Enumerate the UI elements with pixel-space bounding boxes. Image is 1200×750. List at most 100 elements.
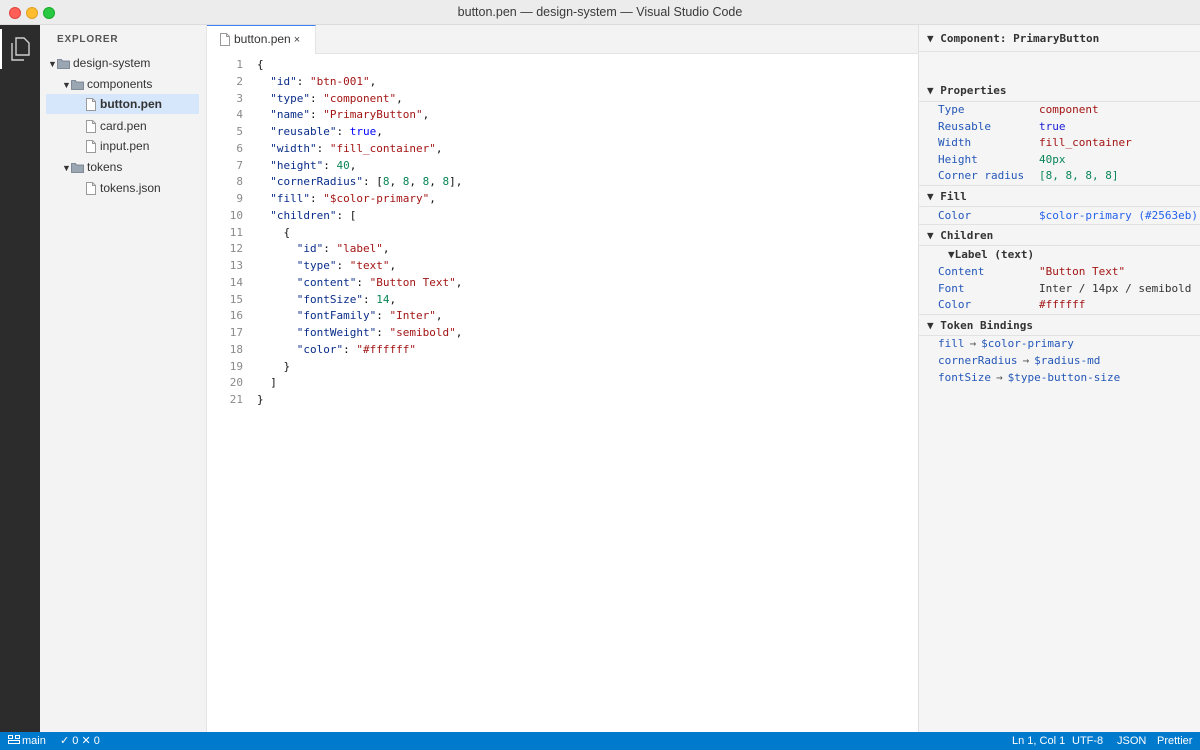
arrow-right-icon: → <box>995 370 1003 384</box>
code-token: "Inter" <box>389 309 436 323</box>
property-row-content: Content "Button Text" <box>919 263 1200 280</box>
code-token: "fill" <box>270 192 310 205</box>
line-number: 1 <box>236 58 243 71</box>
tree-item-label: button.pen <box>100 97 162 111</box>
property-value[interactable]: 40px <box>1039 151 1066 168</box>
property-value[interactable]: $color-primary (#2563eb) <box>1039 207 1198 224</box>
property-value[interactable]: component <box>1039 101 1099 118</box>
tree-item-card-pen[interactable]: card.pen <box>46 116 199 136</box>
source-control-icon <box>8 735 20 744</box>
children-header[interactable]: ▼ Children <box>919 224 1200 246</box>
code-token: ] <box>257 376 277 390</box>
code-token: : <box>336 259 350 272</box>
properties-header[interactable]: ▼ Properties <box>919 80 1200 102</box>
property-value[interactable]: true <box>1039 118 1066 135</box>
code-token: : [ <box>336 208 357 222</box>
code-token: : <box>376 309 390 323</box>
property-key: Color <box>938 209 972 222</box>
language-mode[interactable]: JSON <box>1117 732 1146 750</box>
component-header[interactable]: ▼ Component: PrimaryButton <box>919 25 1200 52</box>
token-binding-fontsize[interactable]: fontSize → $type-button-size <box>938 369 1120 386</box>
code-token: , <box>422 108 430 122</box>
token-bindings-header[interactable]: ▼ Token Bindings <box>919 314 1200 336</box>
property-key: Content <box>938 265 985 278</box>
property-value[interactable]: [8, 8, 8, 8] <box>1039 167 1118 184</box>
cursor-position[interactable]: Ln 1, Col 1 <box>1012 732 1065 750</box>
inspector-panel: ▼ Component: PrimaryButton ▼ Properties … <box>918 25 1200 732</box>
code-token: "cornerRadius" <box>270 175 363 189</box>
formatter-indicator[interactable]: Prettier <box>1157 732 1192 750</box>
code-token: , <box>389 292 397 306</box>
chevron-down-icon[interactable]: ▼ <box>62 75 71 95</box>
code-token: : <box>310 192 324 205</box>
line-number: 14 <box>229 275 243 289</box>
code-token: "fontSize" <box>296 292 363 306</box>
code-token: } <box>257 359 291 373</box>
code-token: , <box>389 175 403 189</box>
line-number: 10 <box>229 208 243 222</box>
code-token: : <box>310 91 324 105</box>
line-number: 17 <box>229 326 243 339</box>
problems-indicator[interactable]: ✓ 0 ✕ 0 <box>60 732 100 750</box>
line-content: } <box>257 391 264 408</box>
branch-indicator[interactable]: main <box>8 732 46 750</box>
code-token: : <box>376 326 390 339</box>
line-content: "type": "component", <box>257 90 402 107</box>
line-content: "id": "btn-001", <box>257 73 376 90</box>
chevron-down-icon[interactable]: ▼ <box>62 158 71 178</box>
tree-item-tokens-json[interactable]: tokens.json <box>46 178 199 198</box>
binding-property: fill <box>938 337 965 350</box>
line-number: 9 <box>236 192 243 205</box>
code-token: , <box>389 259 397 272</box>
code-token: "type" <box>270 91 310 105</box>
encoding-indicator[interactable]: UTF-8 <box>1072 732 1103 750</box>
property-value[interactable]: Inter / 14px / semibold <box>1039 280 1191 297</box>
tab-close-button[interactable]: × <box>294 34 300 46</box>
code-token: : [ <box>362 175 383 189</box>
property-value[interactable]: #ffffff <box>1039 296 1085 313</box>
code-token: "fontFamily" <box>296 309 377 323</box>
files-icon[interactable] <box>10 37 30 61</box>
line-content: } <box>257 358 290 375</box>
code-token: true <box>349 125 377 138</box>
line-number: 2 <box>236 74 243 88</box>
code-token: "children" <box>270 208 337 222</box>
code-token: : <box>310 108 324 122</box>
explorer-title: EXPLORER <box>57 34 119 45</box>
code-token: , <box>429 175 443 189</box>
tree-item-tokens[interactable]: ▼ tokens <box>46 157 199 177</box>
explorer-sidebar: EXPLORER ▼ design-system ▼ components button… <box>40 25 207 732</box>
line-number: 13 <box>229 259 243 272</box>
tree-item-label: input.pen <box>100 139 150 153</box>
code-token: : <box>296 74 310 88</box>
child-label-title[interactable]: ▼Label (text) <box>948 246 1034 263</box>
branch-name: main <box>22 735 46 747</box>
property-key: Font <box>938 281 965 295</box>
code-token: : <box>336 125 350 138</box>
tab-label: button.pen <box>234 32 291 46</box>
tree-item-input-pen[interactable]: input.pen <box>46 136 199 156</box>
code-token: : <box>356 275 370 289</box>
property-value[interactable]: fill_container <box>1039 134 1132 151</box>
file-icon <box>86 98 96 111</box>
line-content: "color": "#ffffff" <box>257 341 416 358</box>
property-value[interactable]: "Button Text" <box>1039 263 1125 280</box>
tree-item-button-pen[interactable]: button.pen <box>46 94 199 114</box>
token-binding-fill[interactable]: fill → $color-primary <box>938 335 1074 352</box>
code-token: , <box>455 326 463 339</box>
line-number: 21 <box>229 393 243 406</box>
fill-header[interactable]: ▼ Fill <box>919 185 1200 207</box>
tree-item-design-system[interactable]: ▼ design-system <box>46 53 199 73</box>
chevron-down-icon[interactable]: ▼ <box>48 54 57 74</box>
property-row-color: Color #ffffff <box>919 296 1200 313</box>
tree-item-components[interactable]: ▼ components <box>46 74 199 94</box>
property-row-font: Font Inter / 14px / semibold <box>919 280 1200 297</box>
tab-button-pen[interactable]: button.pen × <box>207 25 316 54</box>
arrow-right-icon: → <box>1022 353 1030 367</box>
token-binding-cornerradius[interactable]: cornerRadius → $radius-md <box>938 352 1100 369</box>
